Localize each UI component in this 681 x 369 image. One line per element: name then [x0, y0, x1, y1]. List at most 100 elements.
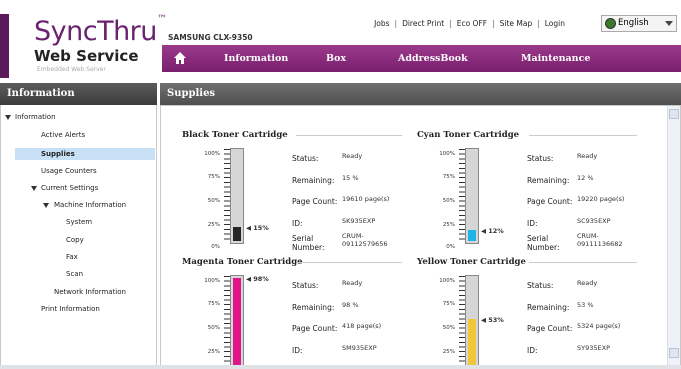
device-model: SAMSUNG CLX-9350	[168, 33, 253, 42]
separator: |	[394, 19, 398, 28]
toner-cartridge-card: Yellow Toner Cartridge100%75%50%25%0%◀ 5…	[417, 257, 653, 368]
id-label: ID:	[527, 219, 538, 228]
scale-label: 75%	[207, 301, 220, 307]
scale-label: 0%	[446, 244, 455, 250]
scroll-up-button[interactable]	[669, 109, 679, 119]
separator: |	[537, 19, 540, 28]
toner-level-fill	[468, 230, 476, 241]
tree-item-system[interactable]: System	[66, 218, 92, 226]
scale-label: 100%	[439, 151, 455, 157]
login-link[interactable]: Login	[545, 19, 565, 28]
left-panel: Information Information Active Alerts Su…	[0, 83, 157, 369]
scale-label: 100%	[439, 278, 455, 284]
scroll-down-button[interactable]	[669, 348, 679, 358]
toner-level-fill	[233, 227, 241, 241]
tree-item-usage-counters[interactable]: Usage Counters	[41, 167, 97, 175]
page-count-value: 19220 page(s)	[577, 195, 625, 203]
scale-label: 25%	[442, 349, 455, 355]
expand-icon[interactable]	[31, 186, 37, 191]
scale-label: 100%	[204, 278, 220, 284]
tree-item-current-settings[interactable]: Current Settings	[41, 184, 98, 192]
tree-item-active-alerts[interactable]: Active Alerts	[41, 131, 85, 139]
page-count-label: Page Count:	[527, 197, 573, 206]
tree-item-scan[interactable]: Scan	[66, 270, 83, 278]
supplies-content: Black Toner Cartridge 100% 75% 50% 25% 0% ◀ 15…	[160, 105, 681, 369]
language-select[interactable]: English	[601, 15, 677, 32]
serial-number-label: Serial Number:	[527, 234, 560, 252]
tree-item-machine-information[interactable]: Machine Information	[54, 201, 126, 209]
scale-label: 25%	[207, 222, 220, 228]
left-panel-title: Information	[0, 83, 157, 105]
id-label: ID:	[292, 219, 303, 228]
remaining-value: 98 %	[342, 301, 359, 309]
title-divider	[529, 262, 637, 263]
eco-link[interactable]: Eco OFF	[457, 19, 487, 28]
cartridge-title: Yellow Toner Cartridge	[417, 257, 526, 267]
navigation-tree: Information Active Alerts Supplies Usage…	[0, 105, 157, 369]
scale-label: 75%	[442, 301, 455, 307]
tree-item-print-information[interactable]: Print Information	[41, 305, 100, 313]
direct-print-link[interactable]: Direct Print	[402, 19, 444, 28]
toner-level-label: ◀ 53%	[481, 316, 504, 324]
top-links: Jobs | Direct Print | Eco OFF | Site Map | Login	[374, 19, 565, 28]
jobs-link[interactable]: Jobs	[374, 19, 389, 28]
toner-level-label: ◀ 15%	[246, 224, 269, 232]
title-divider	[297, 262, 402, 263]
serial-number-value: CRUM- 09111136682	[577, 232, 623, 248]
home-icon[interactable]	[174, 52, 186, 64]
logo-subtitle: Web Service	[34, 47, 139, 65]
site-map-link[interactable]: Site Map	[500, 19, 533, 28]
brand-strip	[0, 14, 9, 78]
page-count-value: 5324 page(s)	[577, 322, 621, 330]
nav-maintenance[interactable]: Maintenance	[521, 53, 590, 64]
remaining-label: Remaining:	[292, 176, 335, 185]
status-value: Ready	[577, 279, 598, 287]
expand-icon[interactable]	[5, 115, 11, 120]
header: SyncThru™ Web Service Embedded Web Serve…	[0, 0, 681, 78]
toner-level-gauge	[230, 148, 244, 244]
status-label: Status:	[527, 281, 554, 290]
toner-level-label: ◀ 12%	[481, 227, 504, 235]
remaining-value: 12 %	[577, 174, 594, 182]
tree-item-copy[interactable]: Copy	[66, 236, 84, 244]
tree-item-supplies[interactable]: Supplies	[15, 148, 155, 160]
remaining-label: Remaining:	[292, 303, 335, 312]
logo-tm: ™	[156, 14, 167, 25]
horizontal-scrollbar[interactable]	[0, 365, 681, 369]
chevron-down-icon	[665, 21, 673, 26]
tree-item-fax[interactable]: Fax	[66, 253, 78, 261]
nav-information[interactable]: Information	[224, 53, 288, 64]
status-value: Ready	[342, 279, 363, 287]
tree-item-network-information[interactable]: Network Information	[54, 288, 126, 296]
logo-tagline: Embedded Web Server	[37, 66, 106, 73]
cartridge-title: Magenta Toner Cartridge	[182, 257, 303, 267]
status-label: Status:	[527, 154, 554, 163]
nav-addressbook[interactable]: AddressBook	[398, 53, 468, 64]
scale-label: 50%	[442, 198, 455, 204]
nav-box[interactable]: Box	[326, 53, 346, 64]
toner-level-gauge	[465, 275, 479, 368]
separator: |	[492, 19, 495, 28]
id-label: ID:	[292, 346, 303, 355]
globe-icon	[605, 18, 616, 29]
serial-number-label: Serial Number:	[292, 234, 325, 252]
tree-item-information[interactable]: Information	[15, 113, 56, 121]
scale-label: 0%	[211, 244, 220, 250]
remaining-value: 53 %	[577, 301, 594, 309]
scale-label: 25%	[207, 349, 220, 355]
scale-label: 50%	[207, 325, 220, 331]
language-value: English	[618, 18, 649, 28]
expand-icon[interactable]	[43, 203, 49, 208]
title-divider	[529, 135, 637, 136]
id-value: SK935EXP	[342, 217, 376, 225]
toner-level-label: ◀ 98%	[246, 275, 269, 283]
toner-level-fill	[468, 319, 476, 368]
main-nav: Information Box AddressBook Maintenance	[162, 45, 681, 72]
page-count-label: Page Count:	[292, 197, 338, 206]
id-value: SC935EXP	[577, 217, 611, 225]
page-count-value: 19610 page(s)	[342, 195, 390, 203]
cartridge-title: Cyan Toner Cartridge	[417, 130, 520, 140]
scale-label: 75%	[207, 174, 220, 180]
vertical-scrollbar[interactable]	[667, 106, 680, 368]
scale-label: 75%	[442, 174, 455, 180]
